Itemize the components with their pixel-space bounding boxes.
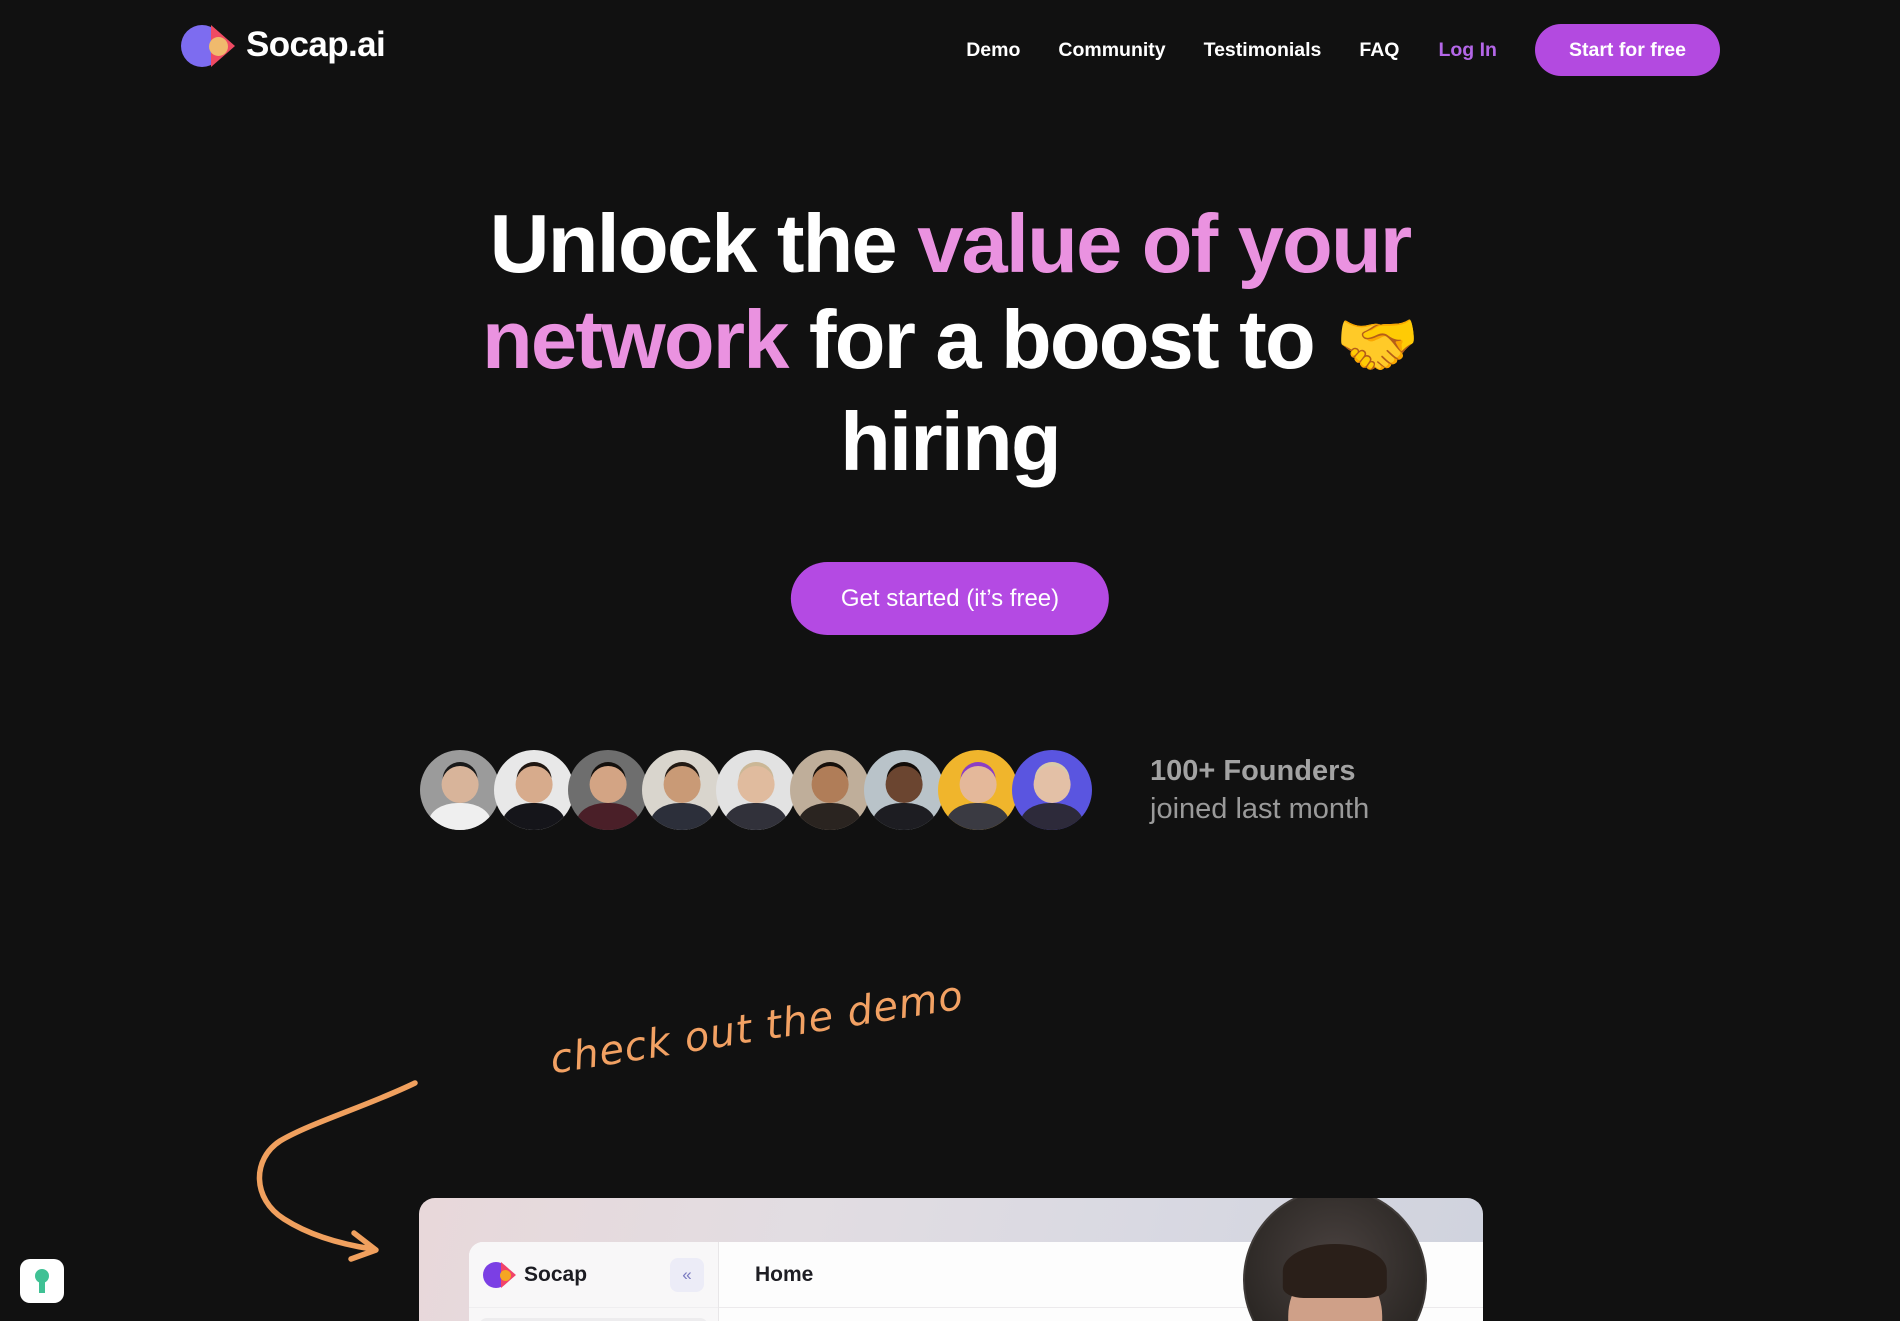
demo-annotation-text: check out the demo: [546, 972, 967, 1084]
avatar-1: [420, 750, 500, 830]
demo-socap-logo-icon: [483, 1261, 517, 1288]
avatar-body: [428, 802, 492, 830]
headline-text-1: Unlock the: [489, 197, 918, 290]
avatar-4: [642, 750, 722, 830]
nav-link-faq[interactable]: FAQ: [1340, 39, 1418, 62]
avatar-body: [872, 802, 936, 830]
avatar-head: [811, 766, 849, 803]
page-title: Unlock the value of your network for a b…: [420, 196, 1480, 490]
avatar-body: [946, 802, 1010, 830]
video-avatar[interactable]: [1243, 1198, 1427, 1321]
chevron-double-left-icon[interactable]: «: [670, 1257, 704, 1292]
headline-text-2: for a boost to: [787, 293, 1336, 386]
brand-name: Socap.ai: [246, 25, 386, 64]
get-started-button[interactable]: Get started (it’s free): [790, 562, 1110, 635]
nav-link-login[interactable]: Log In: [1418, 39, 1512, 62]
founder-subtext: joined last month: [1150, 793, 1370, 825]
avatar-head: [441, 766, 479, 803]
avatar-body: [576, 802, 640, 830]
avatar-3: [568, 750, 648, 830]
founder-count: 100+ Founders: [1150, 755, 1356, 787]
nav-link-testimonials[interactable]: Testimonials: [1185, 39, 1341, 62]
demo-page-title: Home: [755, 1262, 814, 1286]
social-proof: 100+ Founders joined last month: [420, 750, 1369, 830]
handshake-icon: 🤝: [1335, 306, 1420, 385]
avatar-head: [959, 766, 997, 803]
avatar-group: [420, 750, 1092, 830]
brand-logo[interactable]: Socap.ai: [181, 24, 386, 67]
demo-sidebar: Socap «: [469, 1242, 719, 1321]
avatar-head: [885, 766, 923, 803]
logo-dot-shape: [209, 37, 228, 56]
avatar-9: [1012, 750, 1092, 830]
avatar-7: [864, 750, 944, 830]
nav-link-demo[interactable]: Demo: [947, 39, 1039, 62]
demo-brand-label: Socap: [524, 1262, 588, 1286]
nav-link-community[interactable]: Community: [1039, 39, 1184, 62]
socap-logo-icon: [181, 24, 235, 67]
social-proof-text: 100+ Founders joined last month: [1150, 752, 1369, 828]
avatar-head: [737, 766, 775, 803]
avatar-head: [1033, 766, 1071, 803]
avatar-body: [724, 802, 788, 830]
avatar-head: [515, 766, 553, 803]
site-header: Socap.ai Demo Community Testimonials FAQ…: [0, 0, 1900, 100]
curved-arrow-icon: [256, 1080, 418, 1262]
avatar-5: [716, 750, 796, 830]
avatar-8: [938, 750, 1018, 830]
avatar-head: [663, 766, 701, 803]
video-avatar-hair: [1282, 1244, 1388, 1298]
avatar-body: [502, 802, 566, 830]
demo-sidebar-header: Socap «: [469, 1242, 718, 1308]
avatar-body: [1020, 802, 1084, 830]
avatar-2: [494, 750, 574, 830]
avatar-6: [790, 750, 870, 830]
main-nav: Demo Community Testimonials FAQ Log In S…: [947, 24, 1720, 76]
privacy-consent-button[interactable]: [20, 1259, 64, 1303]
demo-preview-frame[interactable]: Socap « Home: [419, 1198, 1483, 1321]
avatar-body: [650, 802, 714, 830]
keyhole-icon: [34, 1269, 50, 1293]
avatar-body: [798, 802, 862, 830]
headline-text-3: hiring: [840, 395, 1062, 488]
avatar-head: [589, 766, 627, 803]
start-for-free-button[interactable]: Start for free: [1534, 24, 1720, 76]
